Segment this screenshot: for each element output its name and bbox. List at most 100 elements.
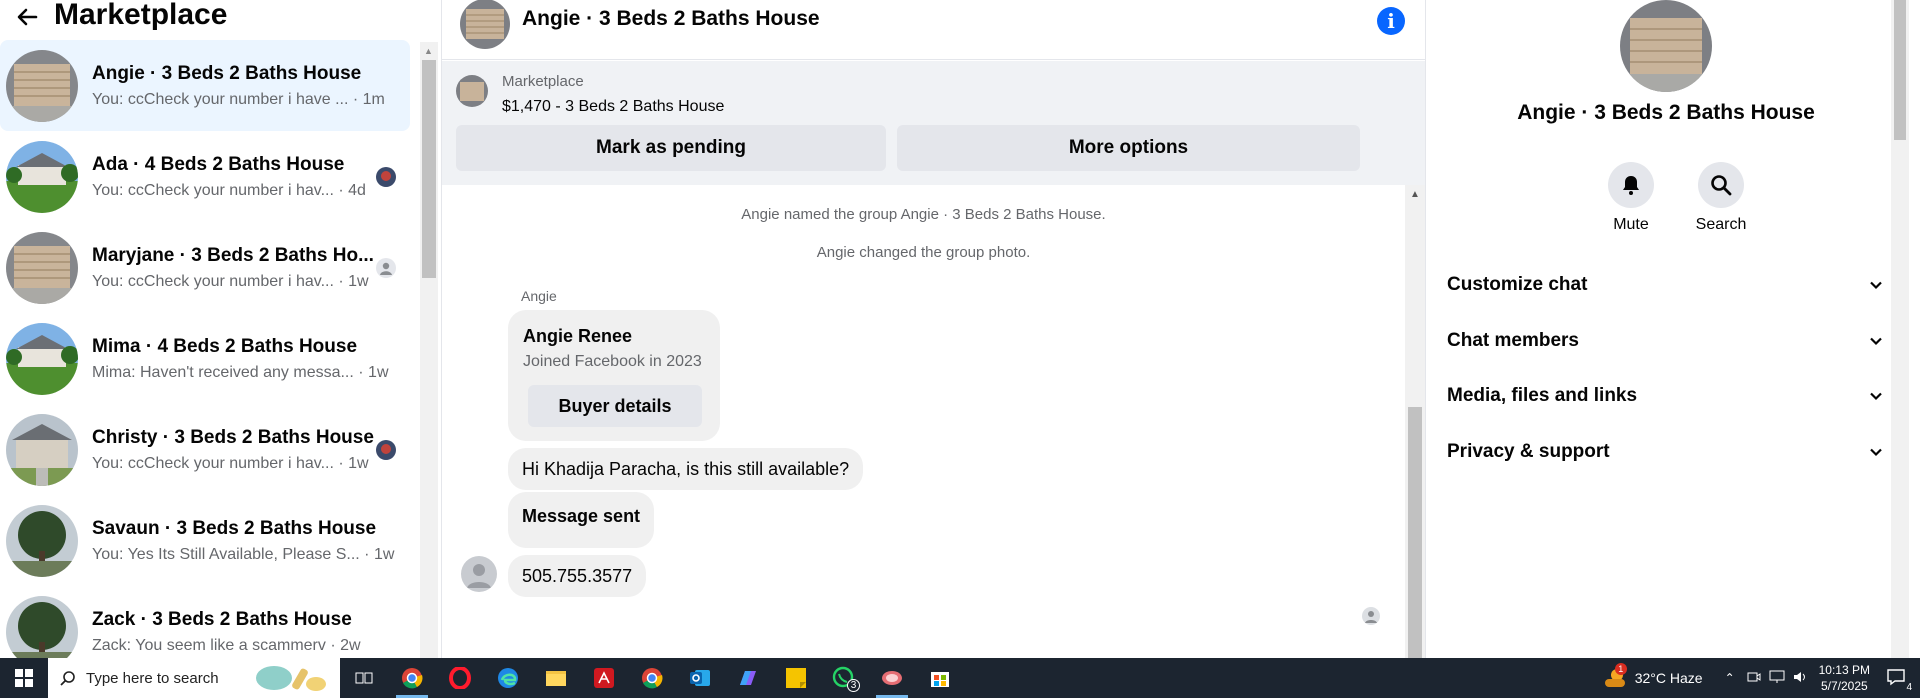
opera-icon[interactable] xyxy=(436,658,484,698)
participant-avatar xyxy=(376,258,396,278)
chrome-icon[interactable] xyxy=(388,658,436,698)
buyer-name[interactable]: Angie Renee xyxy=(523,326,632,347)
scroll-up-icon[interactable]: ▲ xyxy=(424,46,433,56)
listing-thumbnail xyxy=(6,231,78,304)
conversation-text: Maryjane · 3 Beds 2 Baths Ho... You: ccCh… xyxy=(92,245,377,291)
section-customize-chat[interactable]: Customize chat xyxy=(1447,265,1883,305)
right-scrollbar[interactable] xyxy=(1891,0,1909,658)
section-media-files[interactable]: Media, files and links xyxy=(1447,376,1883,416)
whatsapp-icon[interactable]: 3 xyxy=(820,658,868,698)
page-title: Marketplace xyxy=(54,0,228,31)
listing-thumbnail xyxy=(6,413,78,486)
volume-icon[interactable] xyxy=(1793,670,1809,687)
back-arrow-icon[interactable] xyxy=(12,2,42,32)
chevron-down-icon xyxy=(1870,281,1882,290)
notifications-icon[interactable]: 4 xyxy=(1886,668,1912,693)
scroll-up-icon[interactable]: ▲ xyxy=(1410,189,1420,200)
chevron-down-icon xyxy=(1870,448,1882,457)
info-icon[interactable]: i xyxy=(1377,7,1405,35)
sender-avatar[interactable] xyxy=(461,556,497,592)
conversation-preview: You: ccCheck your number i hav... · 1w xyxy=(92,454,369,472)
left-scrollbar[interactable]: ▲ xyxy=(420,42,438,658)
sender-name: Angie xyxy=(521,288,557,304)
chat-header: Angie · 3 Beds 2 Baths House i xyxy=(442,0,1425,60)
conversation-name: Christy · 3 Beds 2 Baths House xyxy=(92,426,374,448)
network-icon[interactable] xyxy=(1769,670,1785,687)
conversation-list-panel: Marketplace Angie · 3 Beds 2 Baths House… xyxy=(0,0,442,658)
conversation-item[interactable]: Maryjane · 3 Beds 2 Baths Ho... You: ccCh… xyxy=(0,222,410,313)
bell-icon[interactable] xyxy=(1608,162,1654,208)
conversation-preview: Mima: Haven't received any messa... · 1w xyxy=(92,363,389,381)
system-message: Angie named the group Angie · 3 Beds 2 B… xyxy=(741,206,1106,223)
windows-start-icon[interactable] xyxy=(0,658,48,698)
chat-details-panel: Angie · 3 Beds 2 Baths House Mute Search… xyxy=(1425,0,1920,658)
chevron-up-icon[interactable]: ⌃ xyxy=(1725,671,1735,685)
whatsapp-badge: 3 xyxy=(847,679,860,692)
chat-title: Angie · 3 Beds 2 Baths House xyxy=(522,6,820,30)
system-message: Angie changed the group photo. xyxy=(816,244,1031,261)
section-label: Chat members xyxy=(1447,330,1579,351)
snipping-tool-icon[interactable] xyxy=(868,658,916,698)
acrobat-icon[interactable] xyxy=(580,658,628,698)
buyer-details-button[interactable]: Buyer details xyxy=(528,385,702,427)
chat-scrollbar[interactable]: ▲ xyxy=(1405,185,1425,658)
meet-now-icon[interactable] xyxy=(1747,670,1761,687)
search-icon[interactable] xyxy=(1698,162,1744,208)
conversation-item[interactable]: Savaun · 3 Beds 2 Baths House You: Yes It… xyxy=(0,495,410,586)
taskbar-search[interactable]: Type here to search xyxy=(48,658,340,698)
left-header: Marketplace xyxy=(0,0,420,34)
conversation-item[interactable]: Zack · 3 Beds 2 Baths House Zack: You see… xyxy=(0,586,410,658)
conversation-list: Angie · 3 Beds 2 Baths House You: ccCheck… xyxy=(0,40,420,658)
notification-count: 4 xyxy=(1906,681,1912,693)
listing-thumbnail xyxy=(6,322,78,395)
sticky-notes-icon[interactable] xyxy=(772,658,820,698)
message-bubble[interactable]: 505.755.3577 xyxy=(508,555,647,597)
chat-panel: Angie · 3 Beds 2 Baths House i Marketpla… xyxy=(442,0,1425,658)
chrome-profile-icon[interactable] xyxy=(628,658,676,698)
clock[interactable]: 10:13 PM 5/7/2025 xyxy=(1819,662,1870,694)
file-explorer-icon[interactable] xyxy=(532,658,580,698)
scroll-thumb[interactable] xyxy=(422,60,436,278)
search-action[interactable]: Search xyxy=(1686,162,1756,234)
conversation-text: Zack · 3 Beds 2 Baths House Zack: You see… xyxy=(92,609,377,655)
listing-thumbnail xyxy=(6,140,78,213)
message-bubble[interactable]: Hi Khadija Paracha, is this still availa… xyxy=(508,448,864,490)
ms-store-icon[interactable] xyxy=(916,658,964,698)
listing-thumbnail[interactable] xyxy=(456,75,488,107)
chat-avatar[interactable] xyxy=(460,0,510,49)
more-options-button[interactable]: More options xyxy=(897,125,1360,171)
conversation-preview: You: ccCheck your number i have ... · 1m xyxy=(92,90,385,108)
conversation-text: Ada · 4 Beds 2 Baths House You: ccCheck y… xyxy=(92,154,377,200)
listing-title[interactable]: $1,470 - 3 Beds 2 Baths House xyxy=(502,98,724,116)
scroll-thumb[interactable] xyxy=(1408,407,1422,658)
task-view-icon[interactable] xyxy=(340,658,388,698)
marketplace-listing-bar: Marketplace $1,470 - 3 Beds 2 Baths Hous… xyxy=(442,61,1425,185)
mark-pending-button[interactable]: Mark as pending xyxy=(456,125,886,171)
windows-taskbar: Type here to search 3 1 32°C Haze ⌃ 10:1… xyxy=(0,658,1920,698)
message-thread: Angie named the group Angie · 3 Beds 2 B… xyxy=(442,185,1405,658)
conversation-item[interactable]: Mima · 4 Beds 2 Baths House Mima: Haven't… xyxy=(0,313,410,404)
message-bubble[interactable]: Message sent xyxy=(508,492,655,548)
weather-widget[interactable]: 1 32°C Haze xyxy=(1603,663,1703,689)
conversation-item[interactable]: Angie · 3 Beds 2 Baths House You: ccCheck… xyxy=(0,40,410,131)
conversation-item[interactable]: Christy · 3 Beds 2 Baths House You: ccChe… xyxy=(0,404,410,495)
participant-avatar xyxy=(376,440,396,460)
listing-thumbnail xyxy=(6,595,78,658)
search-label: Search xyxy=(1695,216,1747,233)
section-privacy-support[interactable]: Privacy & support xyxy=(1447,432,1883,472)
group-photo[interactable] xyxy=(1620,0,1712,92)
search-highlight-icon xyxy=(256,666,326,691)
buyer-card: Angie Renee Joined Facebook in 2023 Buye… xyxy=(508,310,720,441)
conversation-preview: Zack: You seem like a scammerv · 2w xyxy=(92,636,361,654)
time: 10:13 PM xyxy=(1818,663,1870,677)
conversation-name: Ada · 4 Beds 2 Baths House xyxy=(92,153,345,175)
outlook-icon[interactable] xyxy=(676,658,724,698)
mute-action[interactable]: Mute xyxy=(1596,162,1666,234)
weather-text: 32°C Haze xyxy=(1634,670,1703,686)
edge-icon[interactable] xyxy=(484,658,532,698)
scroll-thumb[interactable] xyxy=(1894,0,1906,140)
section-chat-members[interactable]: Chat members xyxy=(1447,321,1883,361)
conversation-item[interactable]: Ada · 4 Beds 2 Baths House You: ccCheck y… xyxy=(0,131,410,222)
copilot-icon[interactable] xyxy=(724,658,772,698)
details-title: Angie · 3 Beds 2 Baths House xyxy=(1517,101,1815,124)
